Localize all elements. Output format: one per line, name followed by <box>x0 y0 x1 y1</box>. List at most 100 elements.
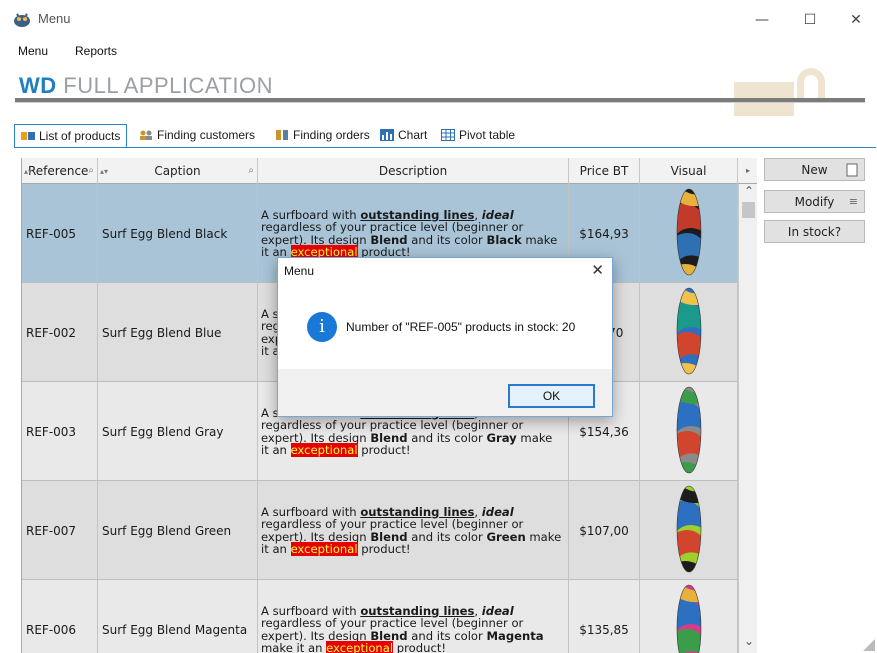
tab-label: Finding orders <box>293 128 370 142</box>
search-icon[interactable]: ⌕ <box>88 158 94 184</box>
tab-label: Chart <box>398 128 428 142</box>
table-scrollbar[interactable]: ⌃ ⌄ <box>738 184 757 653</box>
cell-reference: REF-002 <box>22 283 98 382</box>
price-text: $107,00 <box>579 523 629 538</box>
column-label: Reference <box>28 164 89 178</box>
tab-chart[interactable]: Chart <box>374 124 433 148</box>
tab-label: Pivot table <box>459 128 516 142</box>
price-text: $154,36 <box>579 424 629 439</box>
scroll-thumb[interactable] <box>742 202 755 218</box>
modify-button-label: Modify <box>794 194 835 209</box>
cell-caption: Surf Egg Blend Gray <box>98 382 258 481</box>
banner-divider-light <box>15 102 865 103</box>
desc-bold: Black <box>486 232 522 247</box>
reference-text: REF-007 <box>26 523 77 538</box>
maximize-button[interactable]: ☐ <box>795 8 825 32</box>
tab-label: List of products <box>39 129 121 143</box>
stock-dialog: Menu ✕ i Number of "REF-005" products in… <box>277 257 613 417</box>
desc-part: and its color <box>407 430 487 445</box>
search-icon[interactable]: ⌕ <box>248 158 254 184</box>
column-header-visual[interactable]: Visual <box>640 158 738 184</box>
caption-text: Surf Egg Blend Magenta <box>102 622 248 637</box>
minimize-button[interactable]: — <box>747 8 777 32</box>
desc-part: product! <box>357 443 411 457</box>
pivot-table-icon <box>441 129 455 141</box>
cell-reference: REF-005 <box>22 184 98 283</box>
cell-caption: Surf Egg Blend Green <box>98 481 258 580</box>
reference-text: REF-005 <box>26 226 77 241</box>
new-button-label: New <box>801 162 828 177</box>
tab-pivot-table[interactable]: Pivot table <box>435 124 521 148</box>
cell-visual <box>640 481 738 580</box>
dialog-footer: OK <box>278 369 612 416</box>
dialog-title: Menu <box>284 264 315 278</box>
column-label: Price BT <box>579 164 629 178</box>
sort-icon[interactable]: ▴▾ <box>100 159 108 185</box>
customers-icon <box>139 129 153 141</box>
desc-highlight: exceptional <box>326 641 394 653</box>
menu-bar: Menu Reports <box>0 40 877 62</box>
modify-button[interactable]: Modify ≡ <box>764 190 865 213</box>
brand-rest: FULL APPLICATION <box>56 73 273 98</box>
desc-highlight: exceptional <box>290 443 358 457</box>
price-text: $135,85 <box>579 622 629 637</box>
in-stock-button-label: In stock? <box>787 224 842 239</box>
desc-bold: Green <box>486 529 526 544</box>
dialog-close-button[interactable]: ✕ <box>591 261 604 279</box>
ok-button[interactable]: OK <box>508 384 595 408</box>
tab-label: Finding customers <box>157 128 256 142</box>
desc-part: product! <box>393 641 447 653</box>
brand-title: WD FULL APPLICATION <box>19 73 273 99</box>
app-logo-icon <box>13 12 31 28</box>
surfboard-image <box>674 385 704 478</box>
banner-arch-decoration <box>797 68 825 102</box>
dialog-message: Number of "REF-005" products in stock: 2… <box>346 320 576 334</box>
menu-item-reports[interactable]: Reports <box>75 44 117 58</box>
caption-text: Surf Egg Blend Blue <box>102 325 222 340</box>
description-text: A surfboard with outstanding lines, idea… <box>261 505 562 556</box>
table-row[interactable]: REF-007 Surf Egg Blend Green A surfboard w… <box>22 481 738 580</box>
cell-visual <box>640 184 738 283</box>
tab-list-of-products[interactable]: List of products <box>14 124 128 148</box>
column-scroll-right-button[interactable]: ▸ <box>738 158 757 184</box>
title-bar: Menu — ☐ ✕ <box>0 0 877 40</box>
surfboard-image <box>674 286 704 379</box>
menu-item-menu[interactable]: Menu <box>18 44 48 58</box>
column-header-caption[interactable]: ▴▾ Caption ⌕ <box>98 158 258 184</box>
tab-finding-customers[interactable]: Finding customers <box>133 124 261 148</box>
window-title: Menu <box>38 11 71 26</box>
desc-part: and its color <box>407 529 487 544</box>
price-text: $164,93 <box>579 226 629 241</box>
column-label: Description <box>378 164 448 178</box>
edit-list-icon: ≡ <box>848 195 858 208</box>
cell-description: A surfboard with outstanding lines, idea… <box>258 580 569 653</box>
reference-text: REF-003 <box>26 424 77 439</box>
scroll-up-arrow[interactable]: ⌃ <box>739 184 757 198</box>
column-header-reference[interactable]: ▴▾ Reference ⌕ <box>22 158 98 184</box>
cell-reference: REF-007 <box>22 481 98 580</box>
cell-visual <box>640 580 738 653</box>
table-row[interactable]: REF-006 Surf Egg Blend Magenta A surfboard… <box>22 580 738 653</box>
cell-caption: Surf Egg Blend Magenta <box>98 580 258 653</box>
desc-part: product! <box>357 542 411 556</box>
new-document-icon <box>846 163 858 180</box>
column-label: Caption <box>154 164 201 178</box>
in-stock-button[interactable]: In stock? <box>764 220 865 243</box>
description-text: A surfboard with outstanding lines, idea… <box>261 208 562 259</box>
table-header: ▴▾ Reference ⌕ ▴▾ Caption ⌕ Description … <box>22 158 757 184</box>
sort-icon[interactable]: ▴▾ <box>24 159 32 185</box>
scroll-down-arrow[interactable]: ⌄ <box>739 634 757 648</box>
close-window-button[interactable]: ✕ <box>841 8 871 32</box>
cell-caption: Surf Egg Blend Black <box>98 184 258 283</box>
column-header-price[interactable]: Price BT <box>569 158 640 184</box>
desc-part: and its color <box>407 232 487 247</box>
products-icon <box>21 130 35 142</box>
tab-bar: List of products Finding customers Findi… <box>0 124 877 148</box>
column-header-description[interactable]: Description <box>258 158 569 184</box>
new-button[interactable]: New <box>764 158 865 181</box>
resize-grip-icon[interactable] <box>863 639 875 651</box>
desc-bold: Magenta <box>486 628 544 643</box>
desc-highlight: exceptional <box>290 542 358 556</box>
app-banner: WD FULL APPLICATION <box>0 62 877 118</box>
tab-finding-orders[interactable]: Finding orders <box>269 124 376 148</box>
